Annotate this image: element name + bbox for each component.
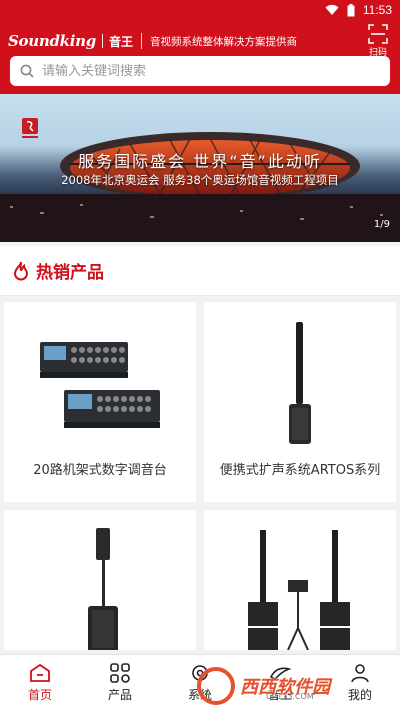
- status-time: 11:53: [362, 3, 392, 17]
- nav-mine[interactable]: 我的: [320, 655, 400, 710]
- app-header: Soundking 音王 音视频系统整体解决方案提供商 扫码: [0, 20, 400, 94]
- hot-products-header: 热销产品: [0, 246, 400, 296]
- battery-icon: [347, 3, 355, 16]
- nav-products-label: 产品: [107, 688, 132, 702]
- brand-icon: [269, 667, 291, 680]
- bottom-nav: 首页 产品 系统 音王 我的: [0, 654, 400, 710]
- product-card[interactable]: 便携式扩声系统ARTOS系列: [204, 302, 396, 502]
- banner-subtitle: 2008年北京奥运会 服务38个奥运场馆音视频工程项目: [61, 173, 339, 187]
- product-card[interactable]: 20路机架式数字调音台: [4, 302, 196, 502]
- banner-title: 服务国际盛会 世界“音”此动听: [78, 152, 322, 171]
- logo-wordmark: Soundking: [8, 32, 96, 50]
- logo-chinese: 音王: [108, 34, 133, 49]
- nav-products[interactable]: 产品: [80, 655, 160, 710]
- digital-mixer-image: [40, 342, 160, 428]
- nav-home-label: 首页: [27, 688, 52, 702]
- brand-divider: [140, 33, 142, 49]
- nav-system-label: 系统: [187, 688, 212, 702]
- line-array-system-image: [248, 530, 350, 650]
- banner-page-indicator: 1/9: [373, 219, 390, 230]
- flame-icon: [13, 261, 29, 280]
- nav-system[interactable]: 系统: [160, 655, 240, 710]
- product-card[interactable]: [204, 510, 396, 650]
- nav-mine-label: 我的: [347, 688, 372, 702]
- product-card[interactable]: [4, 510, 196, 650]
- nav-brand-label: 音王: [267, 688, 292, 702]
- olympic-emblem-icon: [22, 118, 38, 138]
- logo-divider: [101, 34, 103, 48]
- products-icon: [110, 663, 130, 683]
- brand-slogan: 音视频系统整体解决方案提供商: [149, 35, 297, 48]
- scan-button[interactable]: 扫码: [364, 24, 392, 60]
- search-input[interactable]: [42, 63, 372, 79]
- user-icon: [351, 664, 369, 683]
- column-speaker-image: [289, 322, 311, 444]
- nav-home[interactable]: 首页: [0, 655, 80, 710]
- product-name: 20路机架式数字调音台: [33, 463, 167, 478]
- home-icon: [30, 663, 50, 682]
- product-grid: 20路机架式数字调音台 便携式扩声系统ARTOS系列: [0, 298, 400, 650]
- system-icon: [192, 665, 208, 681]
- wifi-icon: [325, 4, 339, 15]
- scan-icon: [368, 24, 388, 44]
- status-bar: 11:53: [0, 0, 400, 20]
- search-bar[interactable]: [10, 56, 390, 86]
- section-title: 热销产品: [36, 263, 104, 283]
- nav-brand[interactable]: 音王: [240, 655, 320, 710]
- pa-speaker-stand-image: [88, 528, 118, 650]
- soundking-logo[interactable]: Soundking 音王: [8, 28, 133, 54]
- search-icon: [20, 64, 34, 78]
- product-name: 便携式扩声系统ARTOS系列: [219, 463, 381, 478]
- banner-carousel[interactable]: 服务国际盛会 世界“音”此动听 2008年北京奥运会 服务38个奥运场馆音视频工…: [0, 94, 400, 242]
- brand-row: Soundking 音王 音视频系统整体解决方案提供商 扫码: [8, 24, 392, 58]
